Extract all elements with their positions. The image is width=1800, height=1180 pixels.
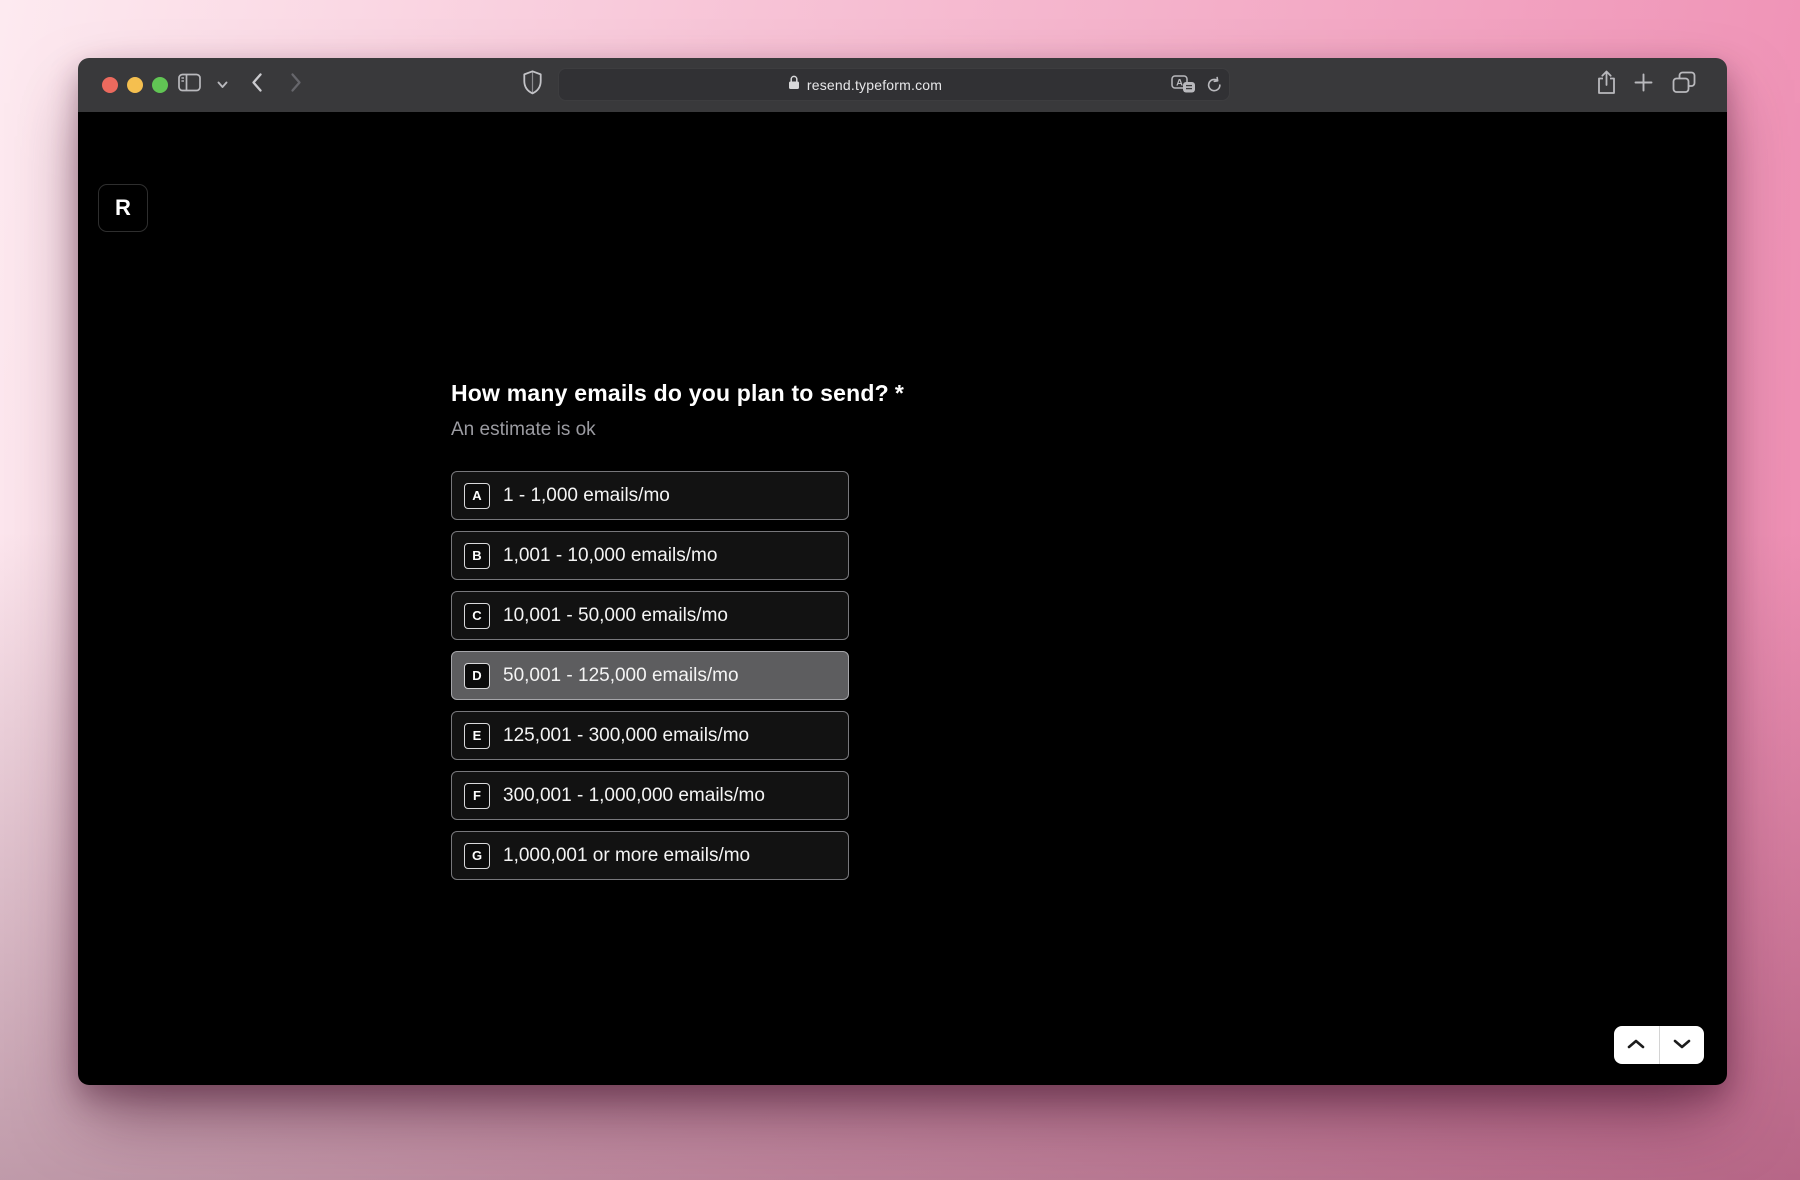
option-g[interactable]: G 1,000,001 or more emails/mo bbox=[451, 831, 849, 880]
reload-button[interactable] bbox=[1206, 76, 1223, 94]
lock-icon bbox=[788, 75, 800, 95]
forward-button[interactable] bbox=[290, 72, 303, 98]
option-label: 1 - 1,000 emails/mo bbox=[503, 485, 670, 507]
option-key-badge: C bbox=[464, 603, 490, 629]
forward-icon bbox=[290, 72, 303, 98]
option-a[interactable]: A 1 - 1,000 emails/mo bbox=[451, 471, 849, 520]
traffic-lights bbox=[102, 77, 168, 93]
option-key-badge: A bbox=[464, 483, 490, 509]
question-title: How many emails do you plan to send?* bbox=[451, 380, 904, 407]
back-button[interactable] bbox=[250, 72, 263, 98]
option-label: 125,001 - 300,000 emails/mo bbox=[503, 725, 749, 747]
option-label: 1,001 - 10,000 emails/mo bbox=[503, 545, 717, 567]
browser-toolbar: resend.typeform.com A bbox=[78, 58, 1727, 112]
translate-icon: A bbox=[1171, 75, 1196, 94]
option-key-badge: D bbox=[464, 663, 490, 689]
chevron-down-icon bbox=[217, 76, 228, 94]
option-key-badge: F bbox=[464, 783, 490, 809]
sidebar-menu-chevron[interactable] bbox=[217, 76, 228, 94]
option-b[interactable]: B 1,001 - 10,000 emails/mo bbox=[451, 531, 849, 580]
option-f[interactable]: F 300,001 - 1,000,000 emails/mo bbox=[451, 771, 849, 820]
browser-window: resend.typeform.com A bbox=[78, 58, 1727, 1085]
zoom-window-button[interactable] bbox=[152, 77, 168, 93]
reload-icon bbox=[1206, 76, 1223, 94]
svg-text:A: A bbox=[1176, 77, 1183, 88]
option-key-badge: G bbox=[464, 843, 490, 869]
close-window-button[interactable] bbox=[102, 77, 118, 93]
plus-icon bbox=[1634, 73, 1653, 97]
options-list: A 1 - 1,000 emails/mo B 1,001 - 10,000 e… bbox=[451, 471, 904, 880]
option-d[interactable]: D 50,001 - 125,000 emails/mo bbox=[451, 651, 849, 700]
sidebar-toggle-button[interactable] bbox=[178, 73, 201, 97]
minimize-window-button[interactable] bbox=[127, 77, 143, 93]
chevron-up-icon bbox=[1627, 1036, 1645, 1054]
tab-overview-button[interactable] bbox=[1672, 71, 1696, 99]
next-question-button[interactable] bbox=[1659, 1026, 1705, 1064]
option-label: 10,001 - 50,000 emails/mo bbox=[503, 605, 728, 627]
back-icon bbox=[250, 72, 263, 98]
shield-icon bbox=[522, 70, 543, 101]
privacy-report-button[interactable] bbox=[522, 70, 543, 101]
new-tab-button[interactable] bbox=[1634, 73, 1653, 97]
question-subtitle: An estimate is ok bbox=[451, 419, 904, 441]
required-asterisk: * bbox=[895, 380, 904, 406]
chevron-down-icon bbox=[1673, 1036, 1691, 1054]
url-text: resend.typeform.com bbox=[807, 77, 942, 93]
site-logo[interactable]: R bbox=[98, 184, 148, 232]
form-navigation bbox=[1614, 1026, 1704, 1064]
option-e[interactable]: E 125,001 - 300,000 emails/mo bbox=[451, 711, 849, 760]
page-content: R How many emails do you plan to send?* … bbox=[78, 112, 1727, 1085]
option-label: 300,001 - 1,000,000 emails/mo bbox=[503, 785, 765, 807]
option-key-badge: B bbox=[464, 543, 490, 569]
question-block: How many emails do you plan to send?* An… bbox=[451, 380, 904, 880]
option-c[interactable]: C 10,001 - 50,000 emails/mo bbox=[451, 591, 849, 640]
question-title-text: How many emails do you plan to send? bbox=[451, 380, 889, 406]
previous-question-button[interactable] bbox=[1614, 1026, 1659, 1064]
option-label: 1,000,001 or more emails/mo bbox=[503, 845, 750, 867]
translate-button[interactable]: A bbox=[1171, 75, 1196, 94]
desktop: { "browser": { "url_host": "resend.typef… bbox=[0, 0, 1800, 1180]
option-label: 50,001 - 125,000 emails/mo bbox=[503, 665, 739, 687]
sidebar-icon bbox=[178, 73, 201, 97]
address-bar[interactable]: resend.typeform.com A bbox=[558, 68, 1230, 101]
tabs-icon bbox=[1672, 71, 1696, 99]
share-button[interactable] bbox=[1596, 70, 1617, 101]
share-icon bbox=[1596, 70, 1617, 101]
option-key-badge: E bbox=[464, 723, 490, 749]
